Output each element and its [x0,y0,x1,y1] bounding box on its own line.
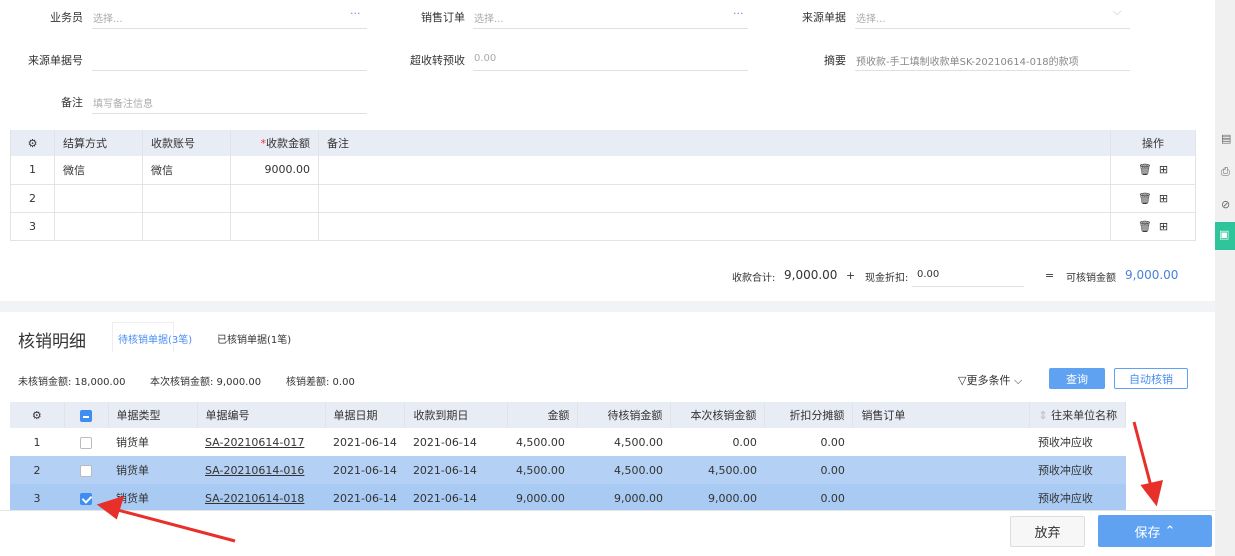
arrow-head [1140,480,1164,507]
arrow-line [1132,421,1154,491]
annotation-arrows [96,421,1164,543]
arrow-line [109,506,236,543]
arrow-head [96,495,125,520]
